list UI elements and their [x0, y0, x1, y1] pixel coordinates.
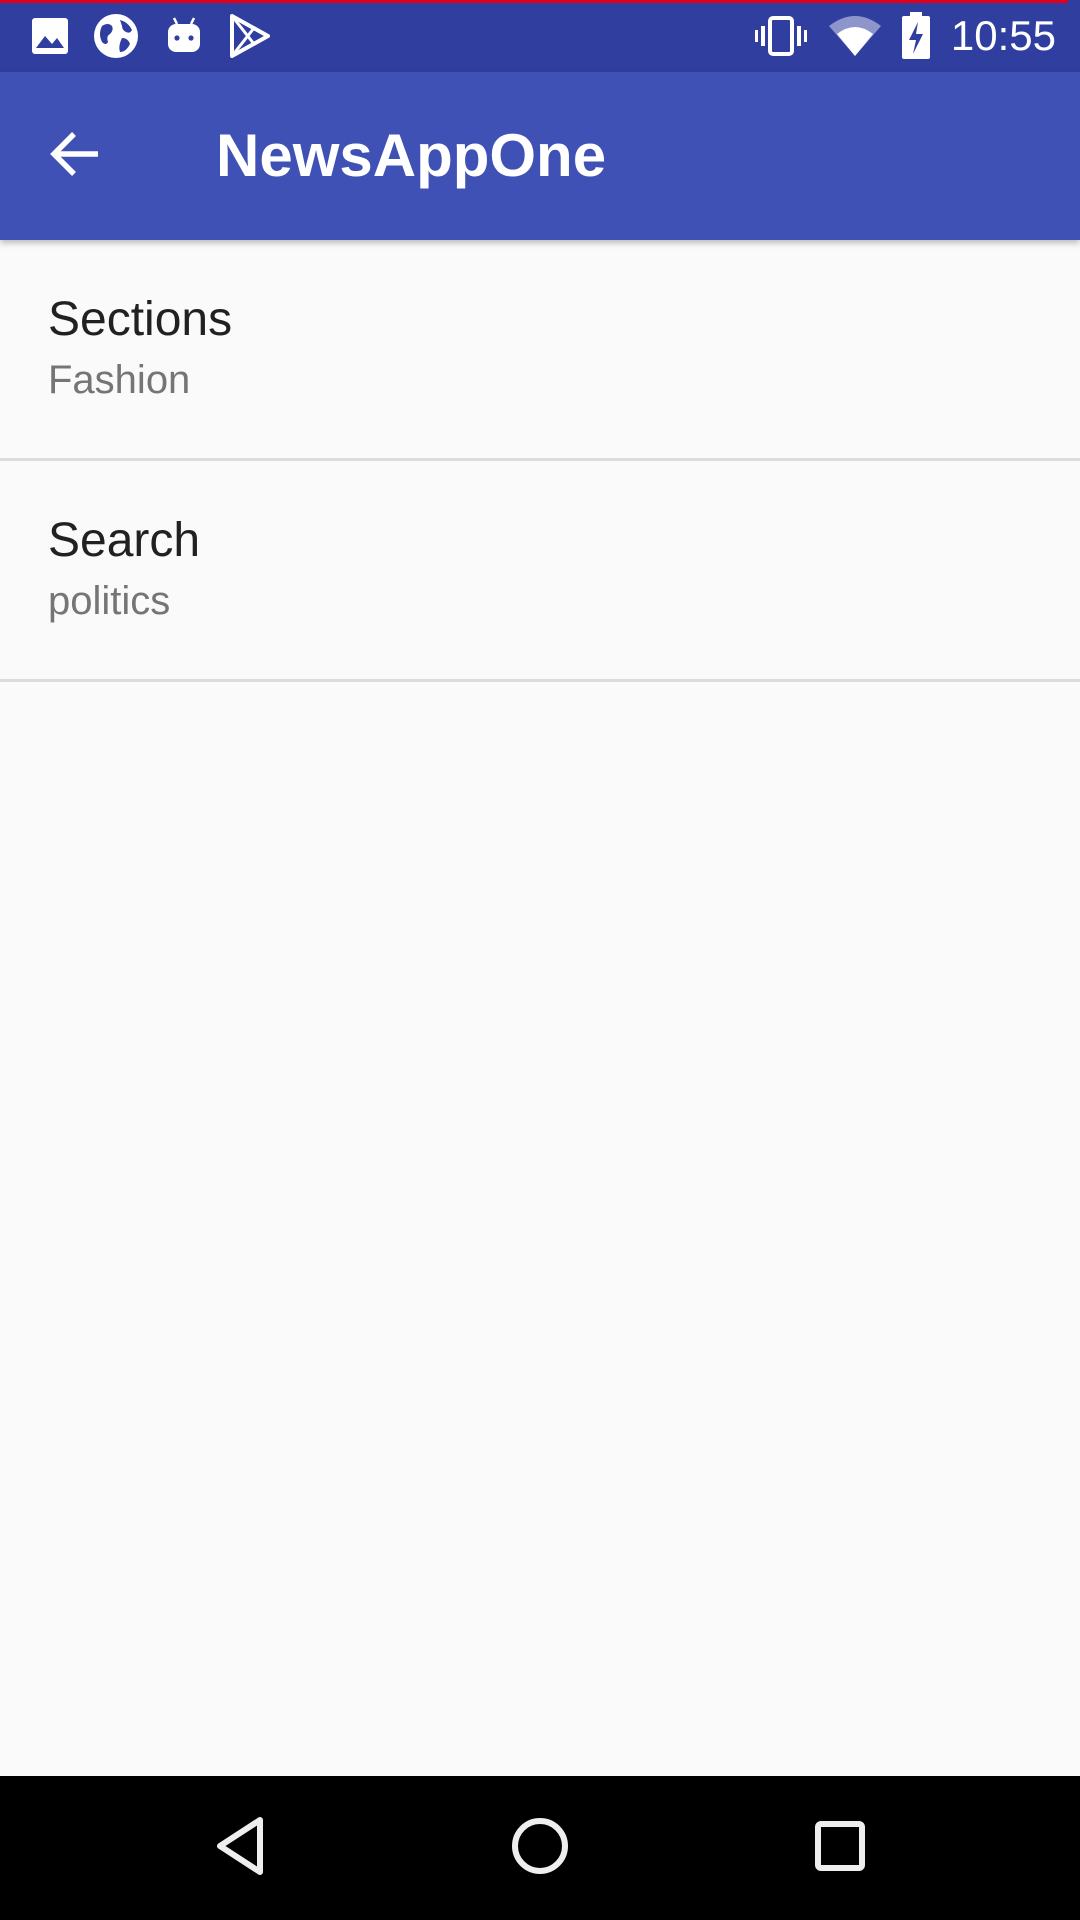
play-store-icon	[228, 14, 272, 58]
status-accent-line	[0, 0, 1068, 3]
preference-title: Sections	[48, 293, 233, 346]
status-bar: 10:55	[0, 0, 1080, 72]
recents-square-icon	[810, 1816, 870, 1881]
nav-back-button[interactable]	[200, 1812, 280, 1884]
preference-item-sections[interactable]: Sections Fashion	[0, 240, 1080, 461]
status-system-icons: 10:55	[753, 10, 1056, 62]
navigation-bar	[0, 1776, 1080, 1920]
app-bar: NewsAppOne	[0, 72, 1080, 240]
preference-summary: Fashion	[48, 358, 191, 402]
preference-title: Search	[48, 514, 201, 567]
vibrate-icon	[753, 14, 809, 58]
status-notification-icons	[30, 10, 272, 62]
nav-home-button[interactable]	[500, 1812, 580, 1884]
preference-summary: politics	[48, 579, 171, 623]
image-icon	[30, 16, 70, 56]
preference-list: Sections Fashion Search politics	[0, 240, 1080, 682]
battery-charging-icon	[901, 12, 931, 60]
home-circle-icon	[508, 1814, 572, 1883]
page-title: NewsAppOne	[216, 122, 607, 189]
nav-recents-button[interactable]	[800, 1812, 880, 1884]
back-triangle-icon	[210, 1814, 270, 1883]
wifi-icon	[827, 14, 883, 58]
android-icon	[162, 14, 206, 58]
globe-icon	[92, 12, 140, 60]
status-time: 10:55	[950, 12, 1056, 59]
preference-item-search[interactable]: Search politics	[0, 461, 1080, 682]
back-button[interactable]	[34, 114, 118, 198]
arrow-back-icon	[48, 126, 104, 187]
